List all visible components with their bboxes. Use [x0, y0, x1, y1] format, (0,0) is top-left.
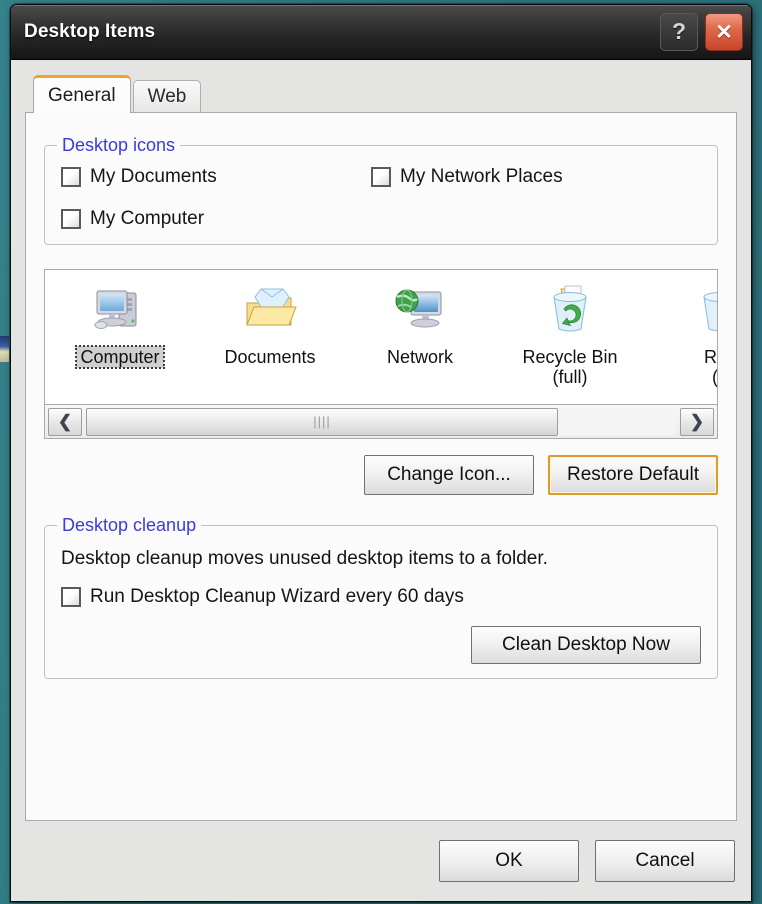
checkbox-box-my-network-places[interactable] [371, 167, 391, 187]
desktop-icons-group-label: Desktop icons [57, 135, 181, 156]
checkbox-my-documents[interactable]: My Documents [61, 166, 371, 188]
computer-icon [90, 282, 150, 340]
icon-preview-horizontal-scrollbar[interactable]: ❮ |||| ❯ [45, 404, 717, 438]
checkbox-box-my-documents[interactable] [61, 167, 81, 187]
scroll-left-arrow-icon[interactable]: ❮ [48, 407, 82, 436]
cleanup-button-row: Clean Desktop Now [61, 626, 701, 664]
help-icon[interactable]: ? [660, 13, 698, 51]
desktop-icons-group: Desktop icons My Documents My Computer M… [44, 135, 718, 245]
preview-item-network[interactable]: Network [345, 282, 495, 368]
change-icon-button[interactable]: Change Icon... [364, 455, 534, 495]
recycle-bin-full-icon [540, 282, 600, 340]
checkbox-label-my-computer: My Computer [90, 208, 205, 229]
dialog-body: General Web Desktop icons My Documents M… [11, 60, 751, 821]
checkbox-box-run-cleanup-wizard[interactable] [61, 587, 81, 607]
checkbox-label-my-documents: My Documents [90, 166, 217, 187]
desktop-icons-checkbox-grid: My Documents My Computer My Network Plac… [61, 166, 701, 230]
preview-item-computer[interactable]: Computer [45, 282, 195, 370]
desktop-icon-partial [0, 336, 9, 362]
tab-panel-general: Desktop icons My Documents My Computer M… [25, 112, 737, 821]
icon-action-buttons: Change Icon... Restore Default [44, 455, 718, 495]
cancel-button[interactable]: Cancel [595, 840, 735, 882]
clean-desktop-now-button[interactable]: Clean Desktop Now [471, 626, 701, 664]
checkbox-my-computer[interactable]: My Computer [61, 208, 371, 230]
checkbox-my-network-places[interactable]: My Network Places [371, 166, 563, 188]
desktop-cleanup-group: Desktop cleanup Desktop cleanup moves un… [44, 515, 718, 679]
documents-folder-icon [240, 282, 300, 340]
network-icon [390, 282, 450, 340]
ok-button[interactable]: OK [439, 840, 579, 882]
scrollbar-thumb[interactable]: |||| [86, 407, 558, 436]
desktop-icons-column-left: My Documents My Computer [61, 166, 371, 230]
tab-strip: General Web [33, 74, 737, 113]
checkbox-box-my-computer[interactable] [61, 209, 81, 229]
dialog-footer: OK Cancel [11, 821, 751, 901]
checkbox-label-run-cleanup-wizard: Run Desktop Cleanup Wizard every 60 days [90, 586, 464, 607]
icon-preview-panel: Computer Documents Network Recycle Bin (… [44, 269, 718, 439]
restore-default-button[interactable]: Restore Default [548, 455, 718, 495]
preview-label-recycle-bin-empty: Rec (e [703, 347, 717, 387]
tab-general[interactable]: General [33, 75, 131, 113]
desktop-items-dialog: Desktop Items ? ✕ General Web Desktop ic… [10, 4, 752, 902]
checkbox-run-cleanup-wizard[interactable]: Run Desktop Cleanup Wizard every 60 days [61, 586, 701, 608]
preview-item-recycle-bin-empty[interactable]: Rec (e [645, 282, 717, 388]
desktop-cleanup-group-label: Desktop cleanup [57, 515, 202, 536]
icon-preview-strip: Computer Documents Network Recycle Bin (… [45, 270, 717, 404]
scrollbar-track[interactable]: |||| [86, 407, 676, 436]
title-bar-buttons: ? ✕ [660, 13, 743, 51]
scrollbar-grip-icon: |||| [313, 414, 331, 429]
desktop-icons-column-right: My Network Places [371, 166, 563, 230]
preview-label-documents: Documents [224, 347, 316, 367]
checkbox-label-my-network-places: My Network Places [400, 166, 563, 187]
preview-label-network: Network [386, 347, 453, 367]
recycle-bin-empty-icon [690, 282, 717, 340]
preview-item-documents[interactable]: Documents [195, 282, 345, 368]
scroll-right-arrow-icon[interactable]: ❯ [680, 407, 714, 436]
close-icon[interactable]: ✕ [705, 13, 743, 51]
preview-label-recycle-bin-full: Recycle Bin (full) [522, 347, 618, 388]
preview-label-computer: Computer [75, 344, 165, 370]
window-title: Desktop Items [24, 21, 156, 42]
tab-web[interactable]: Web [132, 80, 202, 113]
preview-item-recycle-bin-full[interactable]: Recycle Bin (full) [495, 282, 645, 388]
cleanup-description: Desktop cleanup moves unused desktop ite… [61, 548, 548, 569]
title-bar[interactable]: Desktop Items ? ✕ [11, 5, 751, 60]
